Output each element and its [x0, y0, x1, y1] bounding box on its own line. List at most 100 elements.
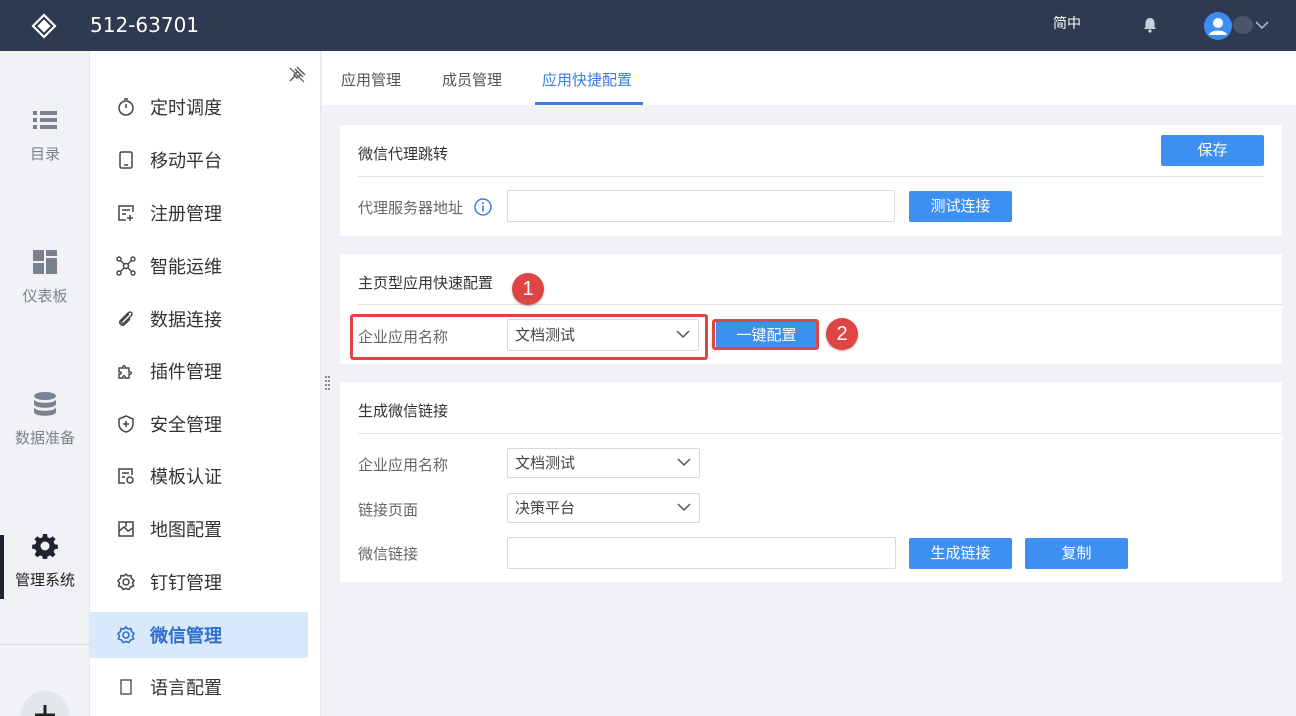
- language-switch[interactable]: 简中: [1053, 13, 1081, 33]
- mobile-icon: [119, 151, 133, 169]
- copy-button[interactable]: 复制: [1025, 538, 1128, 569]
- rail-item-label: 仪表板: [22, 287, 68, 305]
- tab-quick-config[interactable]: 应用快捷配置: [542, 69, 632, 90]
- nav-item-label: 钉钉管理: [150, 573, 222, 594]
- tab-member-management[interactable]: 成员管理: [442, 69, 502, 90]
- user-name-blurred: [1233, 16, 1253, 34]
- divider: [0, 644, 90, 645]
- dashboard-icon: [33, 250, 57, 274]
- link-page-select[interactable]: 决策平台: [507, 493, 700, 523]
- wechat-link-label: 微信链接: [358, 545, 419, 563]
- nav-item-language[interactable]: 语言配置: [90, 664, 308, 710]
- nav-item-label: 数据连接: [150, 310, 222, 331]
- proxy-server-label: 代理服务器地址: [358, 199, 464, 217]
- step-badge-2: 2: [826, 318, 858, 350]
- language-icon: [120, 679, 132, 695]
- wechat-link-text[interactable]: [515, 538, 895, 568]
- rail-item-data-prep[interactable]: 数据准备: [0, 391, 90, 448]
- selected-value: 文档测试: [515, 454, 576, 472]
- user-icon: [1209, 18, 1227, 35]
- template-icon: [118, 468, 134, 484]
- nav-item-label: 注册管理: [150, 204, 222, 225]
- nav-item-schedule[interactable]: 定时调度: [90, 84, 308, 130]
- generate-link-button[interactable]: 生成链接: [909, 538, 1012, 569]
- app-name-select[interactable]: 文档测试: [507, 448, 700, 478]
- proxy-server-text[interactable]: [515, 191, 894, 221]
- nav-item-register[interactable]: 注册管理: [90, 190, 308, 236]
- main-content: 应用管理 成员管理 应用快捷配置 微信代理跳转 保存 代理服务器地址 测试连接 …: [322, 51, 1296, 716]
- rail-item-admin[interactable]: 管理系统: [0, 533, 90, 590]
- pin-icon[interactable]: [288, 66, 306, 84]
- nav-item-ops[interactable]: 智能运维: [90, 243, 308, 289]
- nav-item-label: 安全管理: [150, 415, 222, 436]
- save-button[interactable]: 保存: [1161, 135, 1264, 166]
- rail-item-label: 数据准备: [14, 429, 75, 447]
- icon-rail: 目录 仪表板 数据准备 管理系统: [0, 51, 90, 716]
- rail-item-label: 管理系统: [14, 571, 75, 589]
- nav-item-label: 微信管理: [150, 626, 222, 647]
- resize-handle[interactable]: [325, 376, 331, 392]
- info-icon[interactable]: [474, 198, 492, 216]
- bell-icon[interactable]: [1141, 16, 1159, 34]
- puzzle-icon: [118, 365, 132, 379]
- list-icon: [33, 111, 57, 129]
- rail-item-dashboard[interactable]: 仪表板: [0, 249, 90, 306]
- link-page-label: 链接页面: [358, 501, 419, 519]
- sub-nav: 定时调度 移动平台 注册管理 智能运维 数据连接 插件管理 安全管理 模板认证 …: [90, 51, 321, 716]
- nav-item-label: 定时调度: [150, 98, 222, 119]
- highlight-box-app-name: [350, 314, 708, 360]
- rail-item-label: 目录: [29, 145, 60, 163]
- tab-app-management[interactable]: 应用管理: [341, 69, 401, 90]
- chevron-down-icon[interactable]: [1254, 18, 1270, 32]
- nav-item-label: 智能运维: [150, 257, 222, 278]
- paperclip-icon: [118, 311, 133, 327]
- chevron-down-icon: [677, 458, 691, 467]
- timer-icon: [118, 98, 134, 116]
- app-name-label: 企业应用名称: [358, 456, 449, 474]
- active-tab-indicator: [535, 102, 643, 105]
- logo-icon[interactable]: [30, 12, 58, 40]
- nav-item-template-auth[interactable]: 模板认证: [90, 453, 308, 499]
- divider: [358, 304, 1282, 305]
- proxy-panel: 微信代理跳转 保存 代理服务器地址 测试连接: [340, 125, 1282, 236]
- top-bar: 512-63701 简中: [0, 0, 1296, 51]
- map-icon: [118, 521, 134, 537]
- tab-bar: 应用管理 成员管理 应用快捷配置: [322, 51, 1296, 105]
- divider: [358, 433, 1282, 434]
- plus-icon: [35, 705, 55, 716]
- chevron-down-icon: [677, 503, 691, 512]
- highlight-box-one-click: [712, 319, 819, 350]
- panel-title: 生成微信链接: [358, 402, 449, 420]
- shield-icon: [118, 415, 134, 433]
- proxy-server-input[interactable]: [507, 190, 895, 222]
- register-icon: [118, 205, 134, 221]
- rail-item-catalog[interactable]: 目录: [0, 107, 90, 164]
- add-button[interactable]: [21, 691, 69, 716]
- nav-item-dingtalk[interactable]: 钉钉管理: [90, 559, 308, 605]
- wechat-link-input[interactable]: [507, 537, 896, 569]
- test-connection-button[interactable]: 测试连接: [909, 191, 1012, 222]
- panel-title: 主页型应用快速配置: [358, 274, 494, 292]
- nav-item-mobile[interactable]: 移动平台: [90, 137, 308, 183]
- app-title: 512-63701: [90, 13, 200, 37]
- nav-item-label: 地图配置: [150, 520, 222, 541]
- nav-item-wechat[interactable]: 微信管理: [90, 612, 308, 658]
- nav-item-data-connection[interactable]: 数据连接: [90, 296, 308, 342]
- panel-title: 微信代理跳转: [358, 145, 449, 163]
- divider: [358, 176, 1264, 177]
- gear-icon: [117, 572, 135, 591]
- rail-active-indicator: [0, 535, 4, 599]
- step-badge-1: 1: [512, 273, 544, 305]
- nav-item-label: 插件管理: [150, 362, 222, 383]
- avatar[interactable]: [1204, 12, 1232, 40]
- nav-item-map[interactable]: 地图配置: [90, 506, 308, 552]
- gear-icon: [116, 625, 136, 644]
- selected-value: 决策平台: [515, 499, 576, 517]
- nav-item-label: 语言配置: [150, 678, 222, 699]
- nav-item-security[interactable]: 安全管理: [90, 401, 308, 447]
- nav-item-label: 模板认证: [150, 467, 222, 488]
- network-icon: [116, 256, 136, 276]
- gear-icon: [32, 534, 58, 559]
- database-icon: [34, 392, 56, 416]
- nav-item-plugins[interactable]: 插件管理: [90, 348, 308, 394]
